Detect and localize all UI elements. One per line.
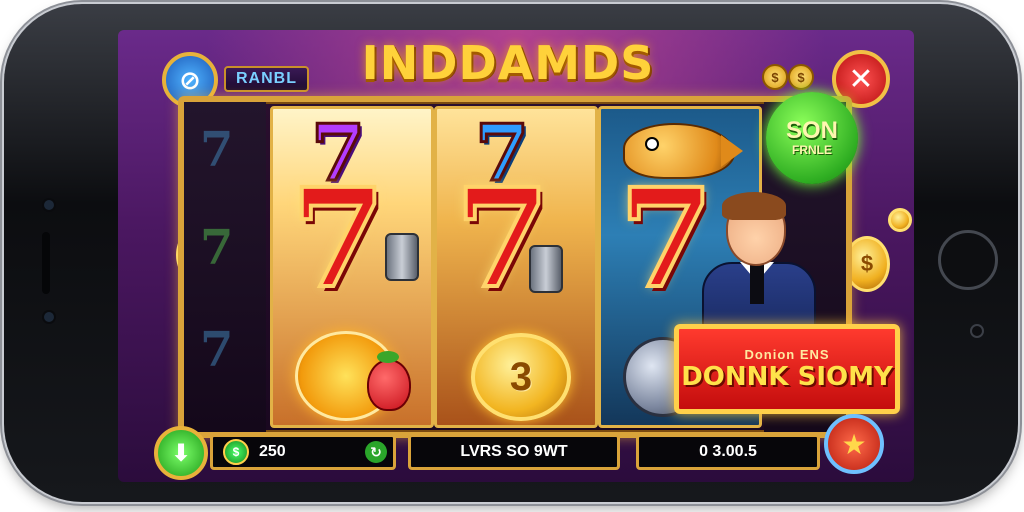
coin-icon: $ — [762, 64, 788, 90]
message-field: LVRS SO 9WT — [408, 434, 620, 470]
arrow-down-icon: ⬇ — [170, 439, 192, 467]
win-banner: Donion ENS DONNK SIOMY — [674, 324, 900, 414]
win-banner-title: DONNK SIOMY — [681, 361, 893, 392]
bolt-icon — [385, 233, 419, 281]
game-header: ⊘ RANBL INDDAMDS $ $ ✕ — [118, 30, 914, 108]
ghost-seven-icon: 7 — [200, 122, 234, 178]
bet-down-button[interactable]: ⬇ — [154, 426, 208, 480]
win-amount-field: 0 3.00.5 — [636, 434, 820, 470]
panel-label: RANBL — [224, 66, 309, 92]
close-icon: ✕ — [848, 62, 874, 96]
money-icon: $ — [223, 439, 249, 465]
red-seven-icon: 7 — [289, 159, 388, 319]
balance-field: $ 250 ↻ — [210, 434, 396, 470]
reel-2: 7 7 3 — [434, 106, 598, 428]
ghost-seven-icon: 7 — [200, 220, 234, 276]
win-banner-subtitle: Donion ENS — [744, 346, 830, 362]
coin-three-icon: 3 — [471, 333, 571, 421]
balance-value: 250 — [259, 443, 286, 460]
slash-circle-icon: ⊘ — [179, 64, 201, 95]
badge-line1: SON — [785, 117, 838, 144]
reel-1: 7 7 — [270, 106, 434, 428]
bolt-icon — [529, 245, 563, 293]
refresh-icon[interactable]: ↻ — [365, 441, 387, 463]
spin-button[interactable]: ★ — [824, 414, 884, 474]
left-side-strip: 7 7 7 — [184, 102, 266, 432]
phone-camera — [44, 200, 54, 210]
phone-home-button[interactable] — [938, 230, 998, 290]
coin-icon — [888, 208, 912, 232]
game-screen: ⊘ RANBL INDDAMDS $ $ ✕ $ $ 7 7 7 7 7 — [118, 30, 914, 482]
strawberry-icon — [367, 351, 411, 411]
spin-badge[interactable]: SON FRNLE — [766, 92, 858, 184]
star-icon: ★ — [841, 428, 867, 460]
game-title: INDDAMDS — [361, 36, 655, 90]
phone-speaker — [42, 232, 50, 294]
ghost-seven-icon: 7 — [200, 322, 234, 378]
phone-sensor-dot — [970, 324, 984, 338]
phone-frame: ⊘ RANBL INDDAMDS $ $ ✕ $ $ 7 7 7 7 7 — [4, 4, 1018, 502]
badge-line2: FRNLE — [792, 143, 832, 157]
phone-sensor — [44, 312, 54, 322]
coin-icon: $ — [788, 64, 814, 90]
